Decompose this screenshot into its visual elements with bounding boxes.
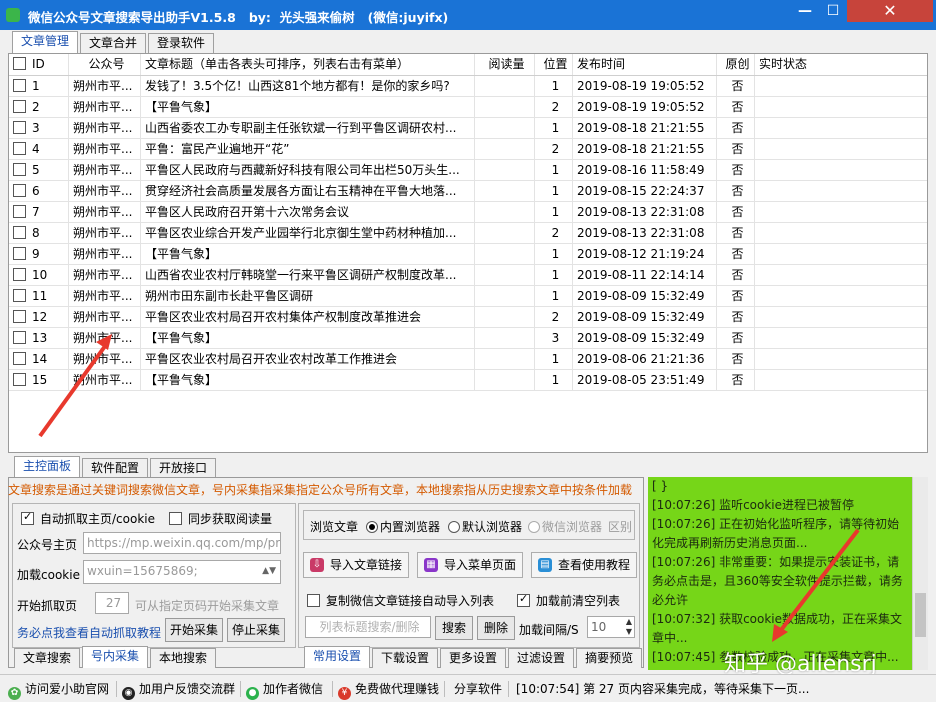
qq-icon: ◉ — [122, 687, 135, 700]
status-add-wechat[interactable]: ● 加作者微信 — [246, 679, 323, 700]
status-share[interactable]: 分享软件 — [454, 679, 502, 699]
status-official-site[interactable]: ✿ 访问爱小助官网 — [8, 679, 109, 700]
arrow-right — [772, 528, 860, 642]
status-agent[interactable]: ¥ 免费做代理赚钱 — [338, 679, 439, 700]
leaf-icon: ✿ — [8, 687, 21, 700]
status-feedback-group[interactable]: ◉ 加用户反馈交流群 — [122, 679, 235, 700]
annotation-arrows — [38, 334, 860, 642]
arrow-left — [38, 334, 112, 438]
wechat-icon: ● — [246, 687, 259, 700]
status-message: [10:07:54] 第 27 页内容采集完成，等待采集下一页... — [516, 682, 810, 696]
money-icon: ¥ — [338, 687, 351, 700]
status-bar: ✿ 访问爱小助官网 ◉ 加用户反馈交流群 ● 加作者微信 ¥ 免费做代理赚钱 分享软件 … — [0, 674, 936, 702]
